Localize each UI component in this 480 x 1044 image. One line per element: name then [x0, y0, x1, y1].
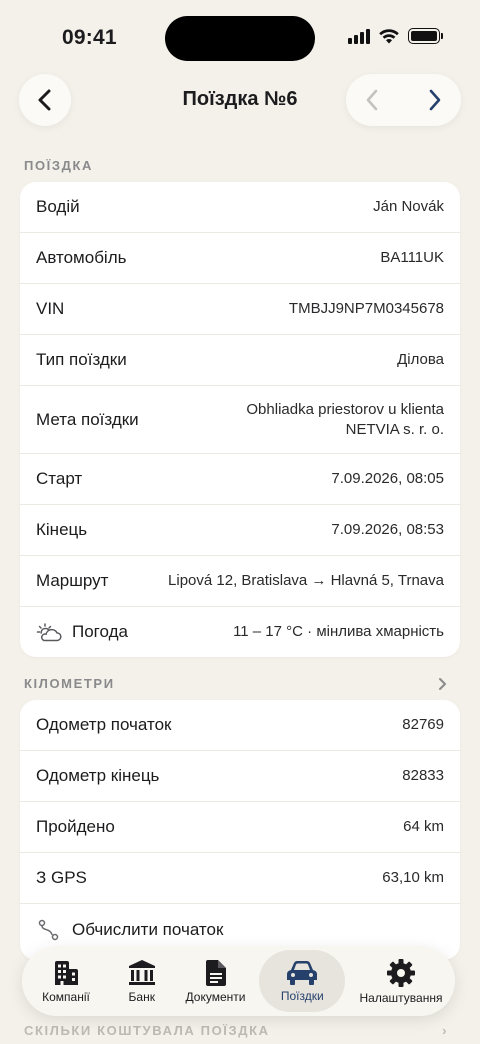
row-value: Lipová 12, Bratislava → Hlavná 5, Trnava [168, 572, 444, 589]
tab-label: Документи [185, 989, 246, 1004]
partly-cloudy-icon [36, 623, 62, 642]
row-label: Кінець [36, 520, 88, 539]
tab-label: Поїздки [280, 988, 324, 1003]
row-label: Обчислити початок [36, 919, 223, 941]
row-distance[interactable]: Пройдено 64 km [20, 802, 460, 853]
kilometers-card: Одометр початок 82769 Одометр кінець 828… [20, 700, 460, 960]
row-start[interactable]: Старт 7.09.2026, 08:05 [20, 454, 460, 505]
row-value: 11 – 17 °C · мінлива хмарність [233, 623, 444, 640]
weather-label: Погода [72, 622, 128, 641]
section-header-trip: ПОЇЗДКА [24, 158, 448, 173]
row-label: Одометр початок [36, 715, 172, 734]
tab-companies[interactable]: Компанії [28, 950, 104, 1012]
tab-label: Компанії [42, 989, 90, 1004]
row-label: Одометр кінець [36, 766, 160, 785]
tab-documents[interactable]: Документи [180, 950, 252, 1012]
row-label: Погода [36, 622, 128, 642]
purpose-line-2: NETVIA s. r. o. [345, 420, 444, 438]
route-icon [38, 919, 59, 940]
status-icons [348, 28, 443, 44]
row-value: 82833 [402, 767, 444, 784]
tab-trips[interactable]: Поїздки [259, 950, 346, 1012]
row-driver[interactable]: Водій Ján Novák [20, 182, 460, 233]
row-value: 82769 [402, 716, 444, 733]
status-bar: 09:41 [0, 0, 480, 76]
row-weather[interactable]: Погода 11 – 17 °C · мінлива хмарність [20, 607, 460, 657]
row-end[interactable]: Кінець 7.09.2026, 08:53 [20, 505, 460, 556]
row-value: 7.09.2026, 08:53 [331, 521, 444, 538]
section-title: СКІЛЬКИ КОШТУВАЛА ПОЇЗДКА [24, 1023, 270, 1038]
row-label: З GPS [36, 868, 87, 887]
bank-icon [128, 959, 155, 985]
row-value: Obhliadka priestorov u klienta NETVIA s.… [246, 400, 444, 440]
row-trip-type[interactable]: Тип поїздки Ділова [20, 335, 460, 386]
row-label: Автомобіль [36, 248, 127, 267]
calculate-start-label: Обчислити початок [72, 919, 224, 939]
status-time: 09:41 [62, 26, 117, 49]
row-value: TMBJJ9NP7M0345678 [288, 300, 444, 317]
row-odometer-end[interactable]: Одометр кінець 82833 [20, 751, 460, 802]
tab-bank[interactable]: Банк [112, 950, 172, 1012]
cellular-signal-icon [348, 28, 370, 44]
car-icon [287, 960, 318, 985]
tab-settings[interactable]: Налаштування [353, 950, 449, 1012]
row-value: 7.09.2026, 08:05 [331, 470, 444, 487]
row-vin[interactable]: VIN TMBJJ9NP7M0345678 [20, 284, 460, 335]
row-value: Ділова [397, 351, 444, 368]
row-odometer-start[interactable]: Одометр початок 82769 [20, 700, 460, 751]
navigation-bar: Поїздка №6 [0, 74, 480, 128]
tab-bar: Компанії Банк Документи Поїздки Налаштув… [22, 946, 455, 1016]
row-label: VIN [36, 299, 65, 318]
trip-details-card: Водій Ján Novák Автомобіль BA111UK VIN T… [20, 182, 460, 657]
chevron-right-icon: › [442, 1023, 448, 1038]
document-icon [205, 959, 226, 986]
tab-label: Налаштування [359, 990, 443, 1005]
row-label: Маршрут [36, 571, 109, 590]
building-icon [55, 960, 78, 985]
row-trip-purpose[interactable]: Мета поїздки Obhliadka priestorov u klie… [20, 386, 460, 454]
row-label: Старт [36, 469, 83, 488]
row-label: Тип поїздки [36, 350, 127, 369]
gear-icon [387, 958, 415, 987]
dynamic-island [165, 16, 315, 61]
section-header-cost[interactable]: СКІЛЬКИ КОШТУВАЛА ПОЇЗДКА › [24, 1023, 448, 1038]
row-value: 63,10 km [382, 869, 444, 886]
purpose-line-1: Obhliadka priestorov u klienta [246, 400, 444, 418]
row-label: Пройдено [36, 817, 115, 836]
row-label: Мета поїздки [36, 409, 139, 429]
row-route[interactable]: Маршрут Lipová 12, Bratislava → Hlavná 5… [20, 556, 460, 607]
trip-pager [346, 74, 461, 126]
wifi-icon [379, 29, 399, 44]
chevron-right-icon [439, 677, 446, 690]
row-value: BA111UK [380, 249, 444, 266]
previous-trip-button[interactable] [364, 88, 380, 112]
row-label: Водій [36, 197, 80, 216]
section-title: ПОЇЗДКА [24, 158, 93, 173]
tab-label: Банк [128, 989, 155, 1004]
section-title: КІЛОМЕТРИ [24, 676, 115, 691]
row-vehicle[interactable]: Автомобіль BA111UK [20, 233, 460, 284]
section-header-kilometers[interactable]: КІЛОМЕТРИ [24, 676, 448, 691]
next-trip-button[interactable] [427, 88, 443, 112]
row-value: 64 km [403, 818, 444, 835]
battery-icon [408, 28, 443, 44]
row-gps-distance[interactable]: З GPS 63,10 km [20, 853, 460, 904]
row-value: Ján Novák [373, 198, 444, 215]
